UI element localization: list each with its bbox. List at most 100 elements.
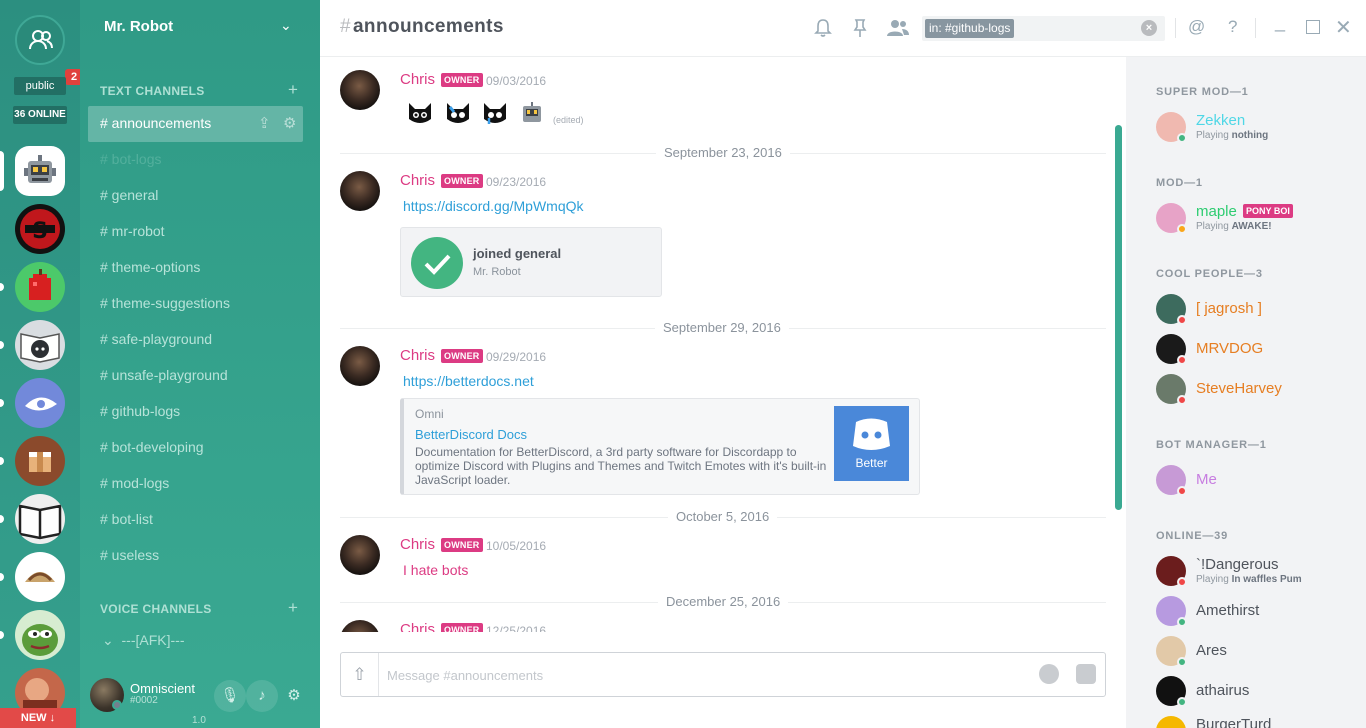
friends-icon (29, 30, 53, 50)
unread-indicator (0, 631, 4, 639)
robot-emoji-icon (523, 102, 541, 122)
maximize-icon[interactable] (1306, 20, 1320, 34)
channel-item[interactable]: # useless (100, 547, 159, 563)
server-icon-6[interactable] (15, 436, 65, 486)
avatar[interactable] (340, 620, 380, 632)
avatar[interactable] (340, 70, 380, 110)
server-mr-robot[interactable] (15, 146, 65, 196)
member-name[interactable]: maple (1196, 203, 1237, 220)
search-input[interactable]: in: #github-logs × (922, 16, 1165, 41)
add-voice-channel-icon[interactable]: + (288, 598, 298, 618)
avatar[interactable] (1156, 716, 1186, 728)
message-input[interactable] (387, 665, 987, 685)
mentions-icon[interactable]: @ (1188, 17, 1205, 37)
member-name[interactable]: BurgerTurd (1196, 716, 1271, 728)
upload-icon[interactable]: ⇧ (341, 653, 379, 696)
channel-item[interactable]: # unsafe-playground (100, 367, 228, 383)
message-timestamp: 09/03/2016 (486, 74, 547, 88)
member-name[interactable]: athairus (1196, 682, 1249, 699)
voice-channel-item[interactable]: ⌄ ---[AFK]--- (102, 632, 185, 649)
close-icon[interactable]: ✕ (1335, 15, 1352, 40)
search-filter-chip[interactable]: in: #github-logs (925, 19, 1015, 38)
scrollbar[interactable] (1115, 125, 1122, 510)
selected-server-indicator (0, 151, 4, 191)
channel-item[interactable]: # mod-logs (100, 475, 169, 491)
avatar[interactable] (340, 535, 380, 575)
avatar[interactable] (340, 346, 380, 386)
avatar[interactable] (340, 171, 380, 211)
member-name[interactable]: Me (1196, 471, 1217, 488)
channel-item[interactable]: # bot-logs (100, 151, 161, 167)
bell-icon[interactable] (814, 18, 832, 38)
server-icon-5[interactable] (15, 378, 65, 428)
channel-item[interactable]: # general (100, 187, 158, 203)
headphones-icon[interactable]: ♪ (246, 680, 278, 712)
message-author[interactable]: Chris (400, 172, 435, 189)
pepe-icon (22, 624, 58, 656)
invite-icon[interactable]: ⇪ (258, 114, 271, 132)
server-icon-4[interactable] (15, 320, 65, 370)
members-icon[interactable] (887, 19, 909, 37)
channel-item[interactable]: # bot-developing (100, 439, 204, 455)
member-name[interactable]: [ jagrosh ] (1196, 300, 1262, 317)
owner-badge: OWNER (441, 73, 483, 87)
embed-description: Documentation for BetterDiscord, a 3rd p… (415, 445, 827, 487)
message-link[interactable]: https://betterdocs.net (403, 373, 534, 389)
microphone-icon[interactable]: 🎙 (214, 680, 246, 712)
message-list[interactable]: Chris OWNER 09/03/2016 (edited) Septembe… (320, 57, 1126, 632)
message-link[interactable]: https://discord.gg/MpWmqQk (403, 198, 584, 214)
member-name[interactable]: Amethirst (1196, 602, 1259, 619)
member-name[interactable]: Ares (1196, 642, 1227, 659)
message-author[interactable]: Chris (400, 71, 435, 88)
message-composer: ⇧ (340, 652, 1106, 697)
status-dot (1177, 577, 1187, 587)
user-settings-gear-icon[interactable]: ⚙ (278, 680, 310, 712)
channel-item[interactable]: # theme-options (100, 259, 200, 275)
message-author[interactable]: Chris (400, 621, 435, 632)
server-name[interactable]: Mr. Robot (104, 18, 173, 35)
gif-picker-icon[interactable] (1076, 664, 1096, 684)
minimize-icon[interactable]: _ (1275, 12, 1285, 33)
channel-item[interactable]: # mr-robot (100, 223, 165, 239)
member-activity: Playing In waffles Pum (1196, 574, 1302, 585)
server-icon-9[interactable] (15, 610, 65, 660)
channel-announcements[interactable]: # announcements ⇪ ⚙ (88, 106, 303, 142)
pin-icon[interactable] (852, 18, 868, 38)
channel-item[interactable]: # safe-playground (100, 331, 212, 347)
cat-cry-emoji-icon (447, 103, 469, 123)
username: Omniscient (130, 681, 196, 696)
chevron-down-icon[interactable]: ⌄ (280, 17, 292, 34)
embed-thumbnail[interactable]: Better (834, 406, 909, 481)
friends-home-button[interactable]: 2 (15, 15, 83, 85)
emoji-picker-icon[interactable] (1039, 664, 1059, 684)
server-icon-8[interactable] (15, 552, 65, 602)
server-icon-3[interactable] (15, 262, 65, 312)
member-name[interactable]: SteveHarvey (1196, 380, 1282, 397)
message-author[interactable]: Chris (400, 536, 435, 553)
server-icon-7[interactable] (15, 494, 65, 544)
channel-item[interactable]: # theme-suggestions (100, 295, 230, 311)
message-timestamp: 09/23/2016 (486, 175, 547, 189)
taco-icon (25, 572, 55, 582)
status-dot (1177, 315, 1187, 325)
member-name[interactable]: Zekken (1196, 112, 1245, 129)
voice-channels-header[interactable]: VOICE CHANNELS (100, 602, 212, 616)
member-name[interactable]: `!Dangerous (1196, 556, 1279, 573)
help-icon[interactable]: ? (1228, 17, 1237, 37)
gear-icon[interactable]: ⚙ (283, 114, 296, 132)
member-group-header: BOT MANAGER—1 (1156, 439, 1267, 451)
embed-title-link[interactable]: BetterDiscord Docs (415, 427, 527, 442)
server-icon-2[interactable]: S (15, 204, 65, 254)
unread-indicator (0, 341, 4, 349)
text-channels-header[interactable]: TEXT CHANNELS (100, 84, 205, 98)
date-divider-label: September 29, 2016 (655, 320, 789, 335)
member-name[interactable]: MRVDOG (1196, 340, 1263, 357)
member-group-header: COOL PEOPLE—3 (1156, 268, 1263, 280)
channel-item[interactable]: # github-logs (100, 403, 180, 419)
message-author[interactable]: Chris (400, 347, 435, 364)
new-messages-button[interactable]: NEW ↓ (0, 708, 76, 728)
add-channel-icon[interactable]: + (288, 80, 298, 100)
channel-item[interactable]: # bot-list (100, 511, 153, 527)
unread-indicator (0, 283, 4, 291)
clear-search-icon[interactable]: × (1141, 20, 1157, 36)
